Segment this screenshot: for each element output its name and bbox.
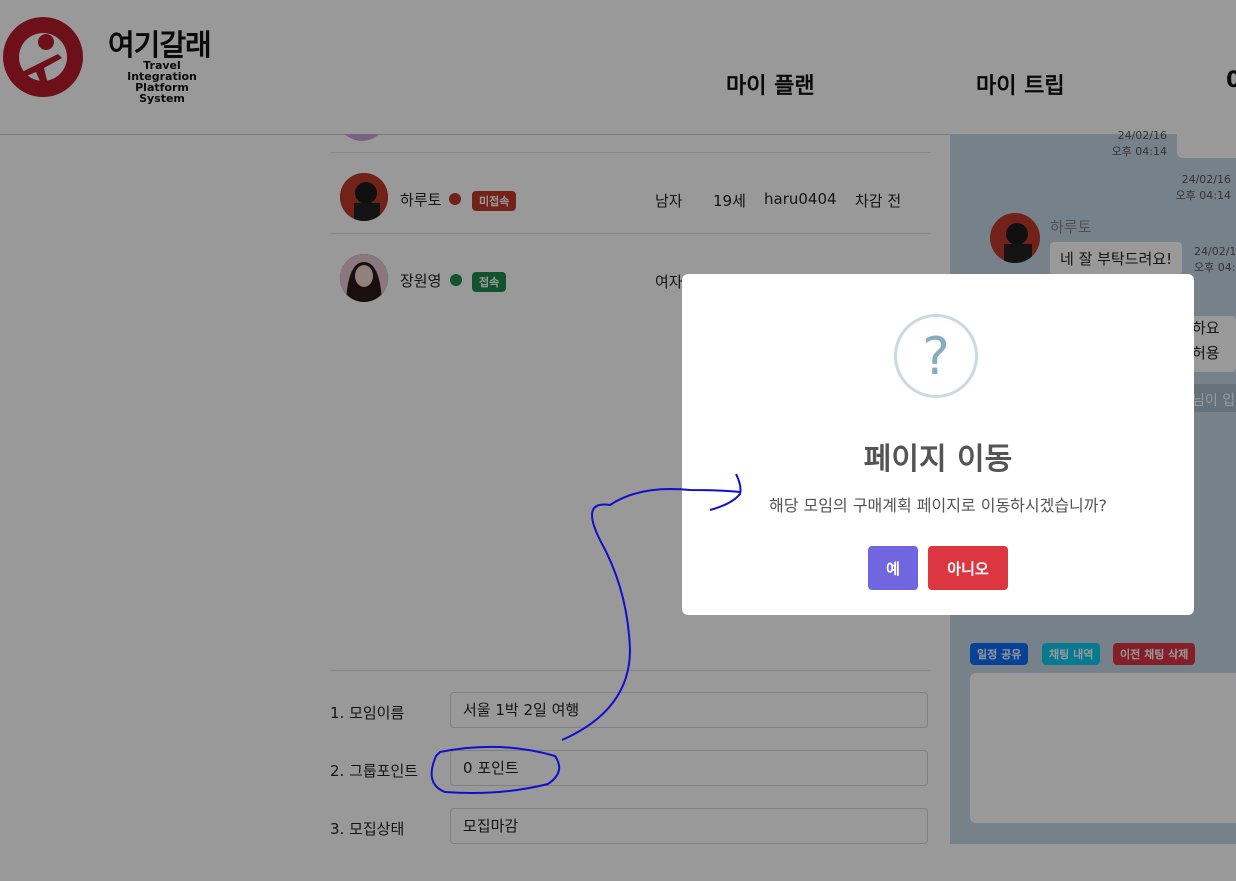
- pen-annotation: [430, 473, 742, 794]
- annotation-arrow-line: [561, 488, 741, 741]
- annotation-circle: [430, 745, 561, 794]
